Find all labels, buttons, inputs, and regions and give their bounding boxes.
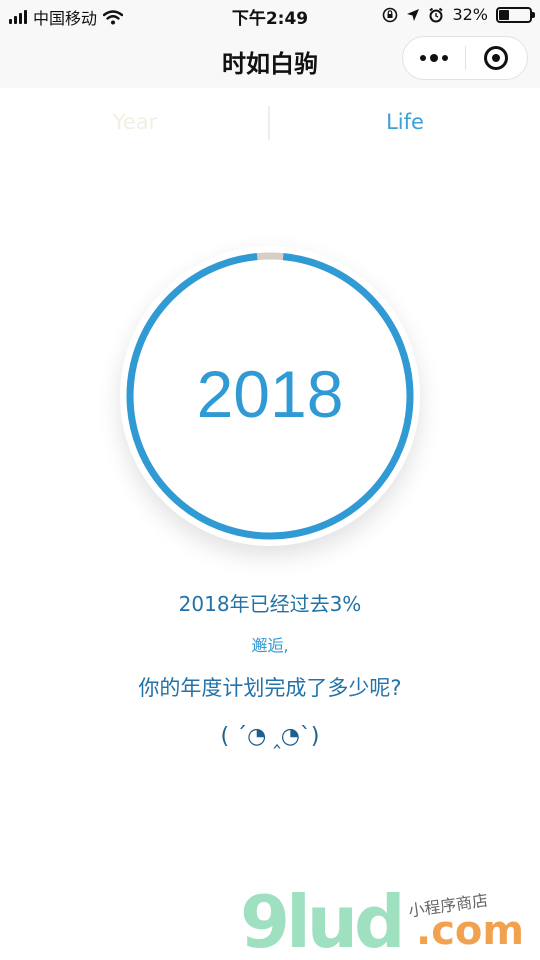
tab-year[interactable]: Year [0, 110, 270, 134]
nav-bar: 时如白驹 [0, 30, 540, 88]
more-dots-icon[interactable] [403, 54, 465, 62]
tab-bar: Year Life [0, 96, 540, 152]
watermark-logo: 9lud 小程序商店 .com [240, 884, 540, 960]
orientation-lock-icon [383, 7, 398, 22]
greeting-text: 邂逅, [251, 636, 289, 655]
watermark-brand: 9lud [240, 880, 406, 960]
emoticon-text: ( ´◔ ‸◔`) [220, 724, 320, 749]
battery-percent: 32% [452, 5, 488, 24]
status-bar: 中国移动 下午2:49 32% [0, 0, 540, 30]
year-passed-text: 2018年已经过去3% [178, 592, 362, 616]
location-arrow-icon [407, 8, 420, 21]
alarm-icon [429, 7, 444, 22]
ring-year-label: 2018 [196, 357, 344, 431]
target-close-icon[interactable] [466, 46, 527, 70]
status-right: 32% [382, 5, 535, 24]
plan-question-text: 你的年度计划完成了多少呢? [138, 676, 402, 700]
watermark-domain: .com [416, 908, 525, 954]
mini-program-capsule [402, 36, 528, 80]
year-progress-ring: 2018 [120, 246, 420, 546]
battery-icon [496, 6, 535, 23]
tab-life[interactable]: Life [270, 110, 540, 134]
